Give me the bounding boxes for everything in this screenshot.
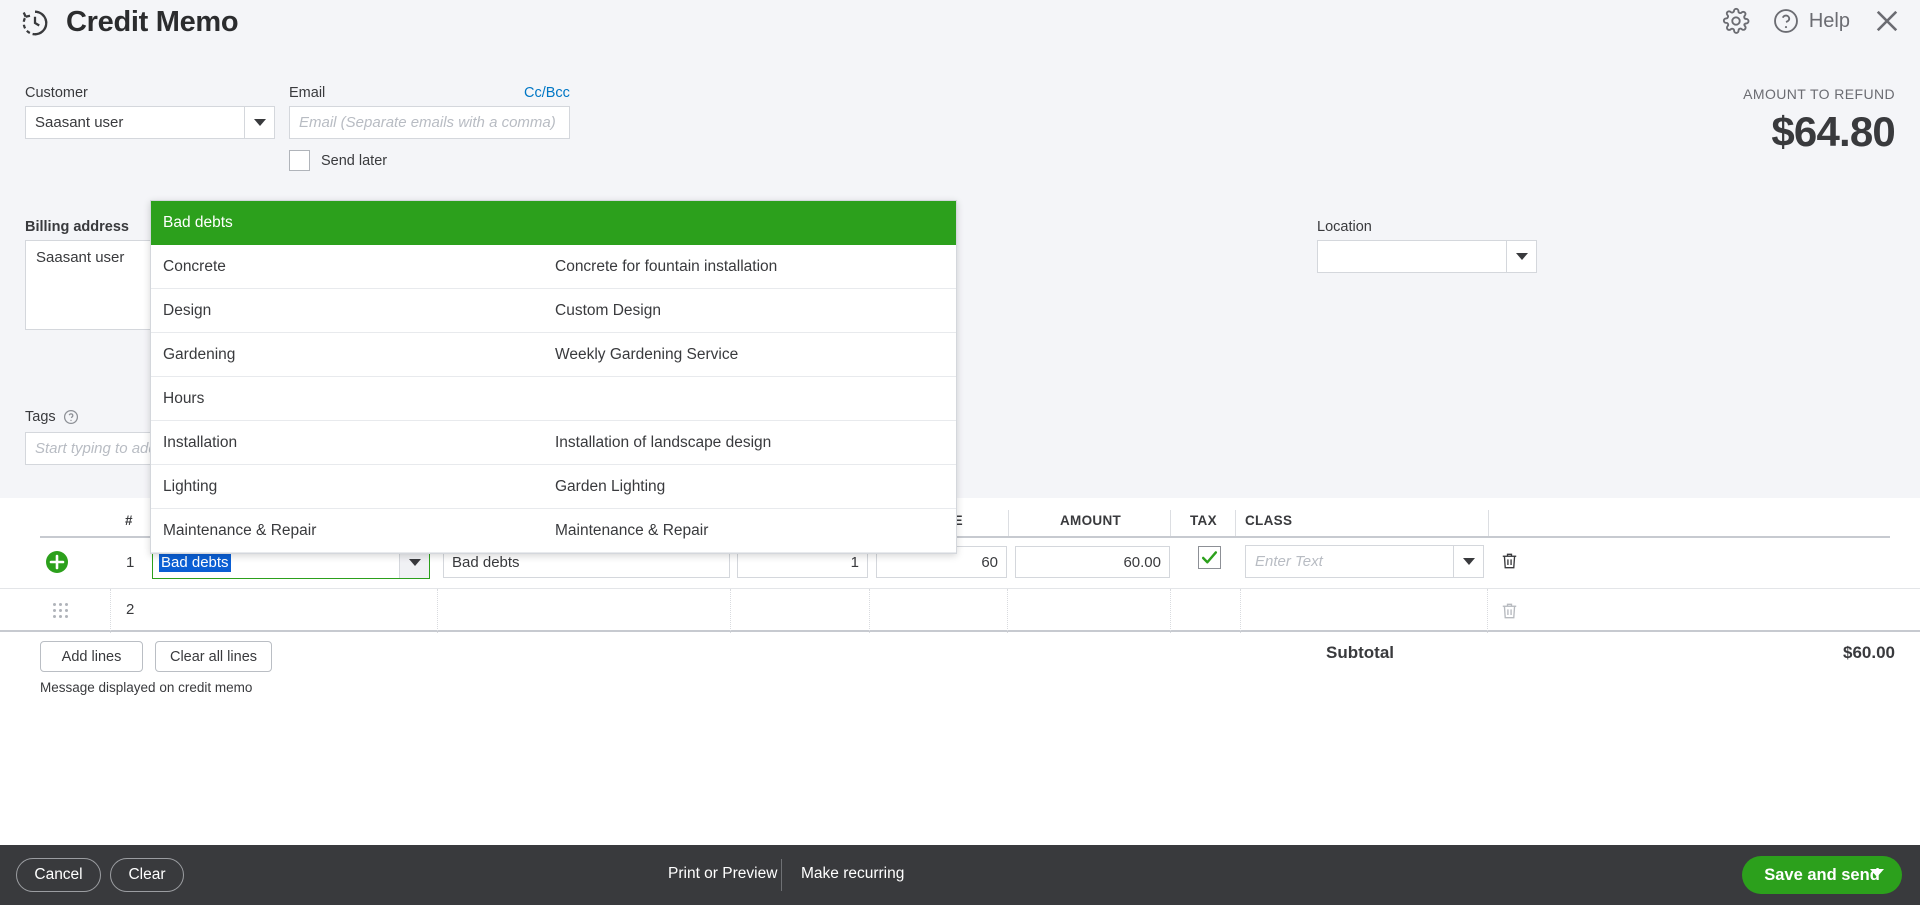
chevron-down-icon [1462,558,1475,565]
chevron-down-icon [253,119,266,126]
clear-button[interactable]: Clear [110,858,184,892]
credit-memo-message-label: Message displayed on credit memo [40,680,253,695]
class-dropdown-arrow[interactable] [1453,546,1483,577]
customer-value: Saasant user [35,114,124,131]
dropdown-option-name: Gardening [163,345,236,363]
product-service-text: Bad debts [159,552,231,572]
tags-help-icon[interactable] [63,409,79,425]
help-label: Help [1808,9,1850,32]
question-circle-icon [1772,7,1800,35]
amount-to-refund-value: $64.80 [1771,108,1895,155]
email-input[interactable] [289,106,570,139]
send-later-toggle[interactable]: Send later [289,150,387,171]
title-group: Credit Memo [20,6,239,39]
dropdown-option-name: Maintenance & Repair [163,521,317,539]
class-placeholder: Enter Text [1255,553,1323,570]
add-lines-button[interactable]: Add lines [40,641,143,672]
page-title: Credit Memo [66,6,239,38]
dropdown-option-description: Garden Lighting [555,477,666,495]
product-service-dropdown[interactable]: Bad debts Concrete Concrete for fountain i… [150,200,957,554]
row-number: 1 [126,554,135,571]
customer-select[interactable]: Saasant user [25,106,275,139]
trash-icon[interactable] [1500,550,1519,572]
dropdown-option[interactable]: Concrete Concrete for fountain installati… [151,245,956,289]
make-recurring-button[interactable]: Make recurring [801,865,904,883]
dropdown-option-name: Bad debts [163,214,233,231]
dropdown-option[interactable]: Design Custom Design [151,289,956,333]
location-label: Location [1317,219,1372,235]
dropdown-option-name: Design [163,301,212,319]
amount-input[interactable] [1015,546,1170,578]
gear-icon[interactable] [1722,7,1750,35]
table-row: 2 [0,588,1920,633]
dropdown-option[interactable]: Hours [151,377,956,421]
dropdown-option[interactable]: Lighting Garden Lighting [151,465,956,509]
dropdown-option-name: Lighting [163,477,218,495]
send-later-label: Send later [321,152,388,169]
column-header-tax: TAX [1190,513,1217,528]
location-select[interactable] [1317,240,1537,273]
tags-label: Tags [25,409,56,425]
customer-label: Customer [25,85,88,101]
subtotal-value: $60.00 [1843,643,1895,662]
page-header: Credit Memo Help [0,0,1920,58]
dropdown-option-name: Installation [163,433,238,451]
dropdown-option-description: Custom Design [555,301,661,319]
dropdown-option[interactable]: Installation Installation of landscape de… [151,421,956,465]
dropdown-option[interactable]: Bad debts [151,201,956,245]
billing-address-label: Billing address [25,219,129,235]
credit-memo-page: Credit Memo Help Customer Saasant user E… [0,0,1920,905]
footer-bar: Cancel Clear Print or Preview Make recur… [0,845,1920,905]
tags-label-group: Tags [25,409,79,425]
header-actions: Help [1722,6,1902,36]
column-header-amount: AMOUNT [1060,513,1122,528]
customer-dropdown-arrow[interactable] [244,107,274,138]
chevron-down-icon [1515,253,1528,260]
trash-icon[interactable] [1500,600,1519,622]
cc-bcc-link[interactable]: Cc/Bcc [524,85,570,101]
email-label: Email [289,85,326,101]
subtotal-label: Subtotal [1326,643,1394,662]
chevron-down-icon[interactable] [1870,869,1884,877]
credit-memo-icon [20,8,50,38]
class-select[interactable]: Enter Text [1245,545,1484,578]
add-circle-icon[interactable] [45,550,69,574]
location-value [1318,241,1506,272]
close-icon[interactable] [1872,6,1902,36]
location-dropdown-arrow[interactable] [1506,241,1536,272]
dropdown-option-description: Weekly Gardening Service [555,345,739,363]
footer-divider [781,859,782,891]
save-and-send-label: Save and send [1764,865,1880,884]
row-number: 2 [126,601,135,618]
dropdown-option-name: Hours [163,389,205,407]
clear-all-lines-button[interactable]: Clear all lines [155,641,272,672]
amount-to-refund-label: AMOUNT TO REFUND [1743,86,1895,102]
dropdown-option[interactable]: Maintenance & Repair Maintenance & Repair [151,509,956,553]
dropdown-option[interactable]: Gardening Weekly Gardening Service [151,333,956,377]
help-button[interactable]: Help [1772,7,1850,35]
dropdown-option-description: Maintenance & Repair [555,521,709,539]
dropdown-option-description: Concrete for fountain installation [555,257,778,275]
chevron-down-icon [408,558,421,566]
column-header-class: CLASS [1245,513,1293,528]
dropdown-option-description: Installation of landscape design [555,433,772,451]
print-or-preview-button[interactable]: Print or Preview [668,865,777,883]
column-header-num: # [125,513,133,528]
drag-handle-icon[interactable] [53,603,68,618]
send-later-checkbox[interactable] [289,150,310,171]
dropdown-option-name: Concrete [163,257,226,275]
cancel-button[interactable]: Cancel [16,858,101,892]
tax-checkbox[interactable] [1198,546,1221,569]
